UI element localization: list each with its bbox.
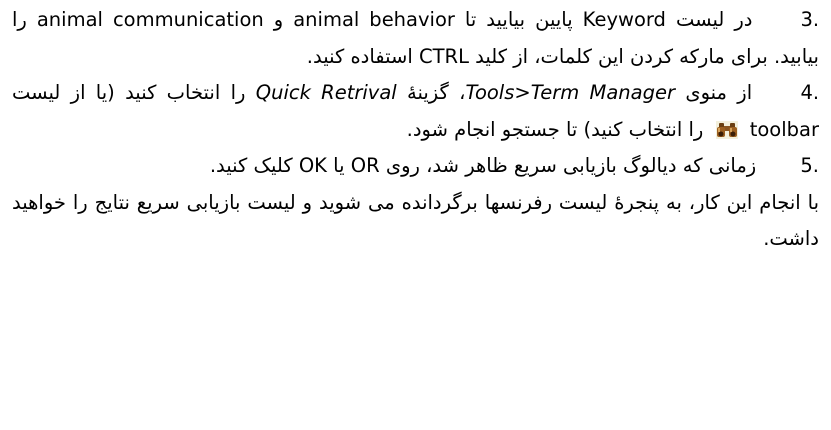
term-animal-behavior: animal behavior (293, 8, 455, 31)
term-ok: OK (298, 154, 327, 177)
step-text: زمانی که دیالوگ بازیابی سریع ظاهر شد، رو… (385, 154, 757, 177)
binoculars-icon (715, 115, 738, 139)
step-text: از منوی (685, 81, 753, 104)
step-text: و (273, 8, 284, 31)
step-number: 3. (800, 8, 820, 31)
term-keyword: Keyword (582, 8, 666, 31)
menu-path: Tools>Term Manager (465, 81, 676, 104)
menu-option: Quick Retrival (255, 81, 397, 104)
step-number: 4. (800, 81, 820, 104)
step-number: 5. (800, 154, 819, 177)
term-or: OR (350, 154, 380, 177)
step-text: را انتخاب کنید) تا جستجو انجام شود. (406, 117, 704, 141)
step-text: پایین بیایید تا (464, 8, 573, 31)
step-text: یا (333, 154, 345, 177)
step-text: ، گزینۀ (407, 81, 466, 104)
step-text: در لیست (675, 8, 753, 31)
step-text: کلیک کنید. (209, 154, 293, 177)
closing-paragraph: با انجام این کار، به پنجرۀ لیست رفرنسها … (12, 190, 819, 251)
term-toolbar: toolbar (749, 117, 819, 141)
step-text: استفاده کنید. (306, 44, 413, 68)
document-body: 3. در لیست Keyword پایین بیایید تا anima… (12, 2, 819, 258)
step-text: را انتخاب کنید (یا از لیست (12, 81, 246, 104)
step-4: 4. از منوی Tools>Term Manager، گزینۀ Qui… (12, 75, 819, 148)
step-3: 3. در لیست Keyword پایین بیایید تا anima… (12, 2, 819, 75)
step-5: 5. زمانی که دیالوگ بازیابی سریع ظاهر شد،… (12, 148, 819, 185)
term-animal-communication: animal communication (36, 8, 264, 31)
key-ctrl: CTRL (419, 44, 469, 68)
